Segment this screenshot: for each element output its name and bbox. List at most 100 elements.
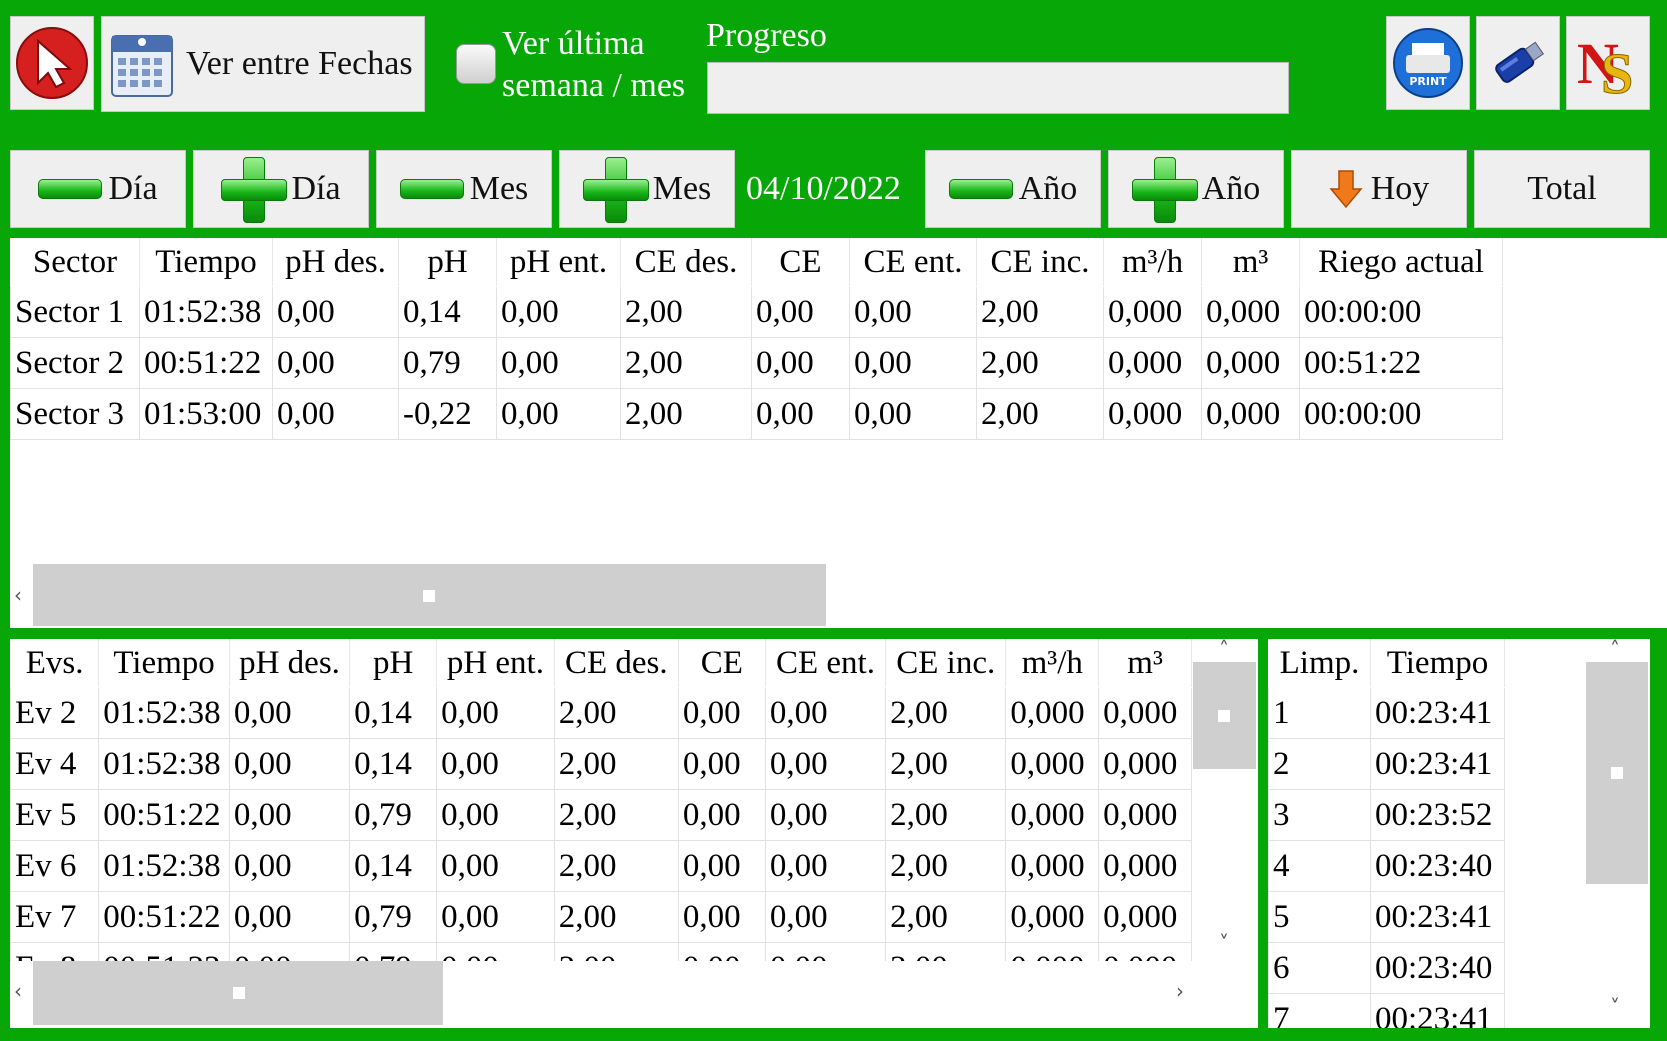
col-header[interactable]: Riego actual (1299, 238, 1503, 287)
col-header[interactable]: Sector (10, 238, 140, 287)
table-cell: 0,00 (436, 840, 555, 892)
today-label: Hoy (1370, 170, 1430, 207)
table-cell: 2,00 (553, 840, 679, 892)
vertical-scrollbar[interactable] (1586, 662, 1648, 884)
col-header[interactable]: pH ent. (436, 639, 555, 688)
table-row[interactable]: 4 00:23:40 (1268, 840, 1505, 892)
table-cell: 2,00 (885, 891, 1007, 943)
table-cell: 0,00 (228, 840, 351, 892)
year-plus-button[interactable]: Año (1108, 150, 1284, 228)
col-header[interactable]: CE des. (553, 639, 679, 688)
date-range-label: Ver entre Fechas (186, 45, 413, 82)
week-month-checkbox[interactable] (456, 44, 496, 84)
today-button[interactable]: Hoy (1291, 150, 1467, 228)
usb-drive-icon (1486, 31, 1550, 95)
col-header[interactable]: m³/h (1103, 238, 1202, 287)
table-cell: 0,00 (764, 891, 887, 943)
date-range-button[interactable]: Ver entre Fechas (101, 16, 425, 112)
col-header[interactable]: CE (677, 639, 766, 688)
scroll-down-icon[interactable]: ˅ (1610, 995, 1620, 1019)
col-header[interactable]: Tiempo (139, 238, 273, 287)
down-arrow-icon (1329, 169, 1363, 209)
col-header[interactable]: m³/h (1005, 639, 1100, 688)
col-header[interactable]: m³ (1098, 639, 1192, 688)
month-minus-button[interactable]: Mes (376, 150, 552, 228)
table-cell: 0,00 (751, 286, 850, 338)
back-button[interactable] (10, 16, 94, 110)
col-header[interactable]: Limp. (1268, 639, 1371, 688)
total-label: Total (1527, 170, 1597, 207)
col-header[interactable]: m³ (1201, 238, 1300, 287)
print-button[interactable]: PRINT (1386, 16, 1470, 110)
table-cell: 7 (1268, 993, 1371, 1028)
table-cell: 0,00 (751, 388, 850, 440)
table-cell: 0,000 (1201, 388, 1300, 440)
table-row[interactable]: 1 00:23:41 (1268, 687, 1505, 739)
table-row[interactable]: Ev 6 01:52:38 0,00 0,14 0,00 2,00 0,00 0… (10, 840, 1192, 892)
col-header[interactable]: pH (349, 639, 438, 688)
col-header[interactable]: pH des. (272, 238, 399, 287)
col-header[interactable]: CE des. (620, 238, 752, 287)
table-cell: 0,00 (228, 789, 351, 841)
table-row[interactable]: 3 00:23:52 (1268, 789, 1505, 841)
day-minus-button[interactable]: Día (10, 150, 186, 228)
table-cell: 6 (1268, 942, 1371, 994)
table-cell: 0,000 (1005, 891, 1100, 943)
scroll-right-icon[interactable]: › (1176, 979, 1184, 1003)
col-header[interactable]: Evs. (10, 639, 100, 688)
col-header[interactable]: CE ent. (764, 639, 887, 688)
col-header[interactable]: Tiempo (1370, 639, 1505, 688)
table-cell: 0,79 (398, 337, 497, 389)
col-header[interactable]: CE inc. (976, 238, 1104, 287)
table-cell: 0,000 (1103, 388, 1202, 440)
table-row[interactable]: 7 00:23:41 (1268, 993, 1505, 1028)
table-row[interactable]: Ev 5 00:51:22 0,00 0,79 0,00 2,00 0,00 0… (10, 789, 1192, 841)
minus-icon (948, 179, 1013, 199)
year-minus-button[interactable]: Año (925, 150, 1101, 228)
table-row[interactable]: Sector 2 00:51:22 0,00 0,79 0,00 2,00 0,… (10, 337, 1503, 389)
table-row[interactable]: Ev 7 00:51:22 0,00 0,79 0,00 2,00 0,00 0… (10, 891, 1192, 943)
minus-icon (38, 179, 103, 199)
cleaning-table: Limp. Tiempo 1 00:23:41 2 00:23:41 3 00:23:… (1268, 639, 1505, 1028)
table-row[interactable]: Sector 1 01:52:38 0,00 0,14 0,00 2,00 0,… (10, 286, 1503, 338)
scroll-up-icon[interactable]: ˄ (1610, 639, 1620, 661)
col-header[interactable]: pH ent. (496, 238, 621, 287)
usb-export-button[interactable] (1476, 16, 1560, 110)
table-row[interactable]: Sector 3 01:53:00 0,00 -0,22 0,00 2,00 0… (10, 388, 1503, 440)
table-cell: 0,000 (1098, 789, 1192, 841)
scroll-left-icon[interactable]: ‹ (14, 583, 22, 607)
valves-viewport: Evs. Tiempo pH des. pH pH ent. CE des. C… (10, 639, 1192, 961)
table-row[interactable]: Ev 2 01:52:38 0,00 0,14 0,00 2,00 0,00 0… (10, 687, 1192, 739)
vertical-scrollbar[interactable] (1193, 662, 1256, 769)
day-plus-button[interactable]: Día (193, 150, 369, 228)
table-row[interactable]: 2 00:23:41 (1268, 738, 1505, 790)
scroll-down-icon[interactable]: ˅ (1219, 931, 1229, 955)
horizontal-scrollbar[interactable] (33, 961, 443, 1025)
table-row[interactable]: Ev 4 01:52:38 0,00 0,14 0,00 2,00 0,00 0… (10, 738, 1192, 790)
col-header[interactable]: pH (398, 238, 497, 287)
table-cell: 2 (1268, 738, 1371, 790)
scroll-left-icon[interactable]: ‹ (14, 979, 22, 1003)
logo-button[interactable]: N S (1566, 16, 1650, 110)
table-row[interactable]: 6 00:23:40 (1268, 942, 1505, 994)
table-cell: 0,00 (764, 942, 887, 961)
table-row[interactable]: 5 00:23:41 (1268, 891, 1505, 943)
day-plus-label: Día (291, 170, 341, 207)
col-header[interactable]: pH des. (228, 639, 351, 688)
sectors-table: Sector Tiempo pH des. pH pH ent. CE des.… (10, 238, 1503, 440)
total-button[interactable]: Total (1474, 150, 1650, 228)
scroll-up-icon[interactable]: ˄ (1219, 639, 1229, 661)
month-plus-button[interactable]: Mes (559, 150, 735, 228)
table-cell: 2,00 (620, 388, 752, 440)
table-header-row: Sector Tiempo pH des. pH pH ent. CE des.… (10, 238, 1503, 287)
table-cell: 1 (1268, 687, 1371, 739)
table-row[interactable]: Ev 8 00:51:22 0,00 0,79 0,00 2,00 0,00 0… (10, 942, 1192, 961)
table-header-row: Limp. Tiempo (1268, 639, 1505, 688)
table-cell: -0,22 (398, 388, 497, 440)
col-header[interactable]: CE (751, 238, 850, 287)
col-header[interactable]: Tiempo (98, 639, 230, 688)
col-header[interactable]: CE inc. (885, 639, 1007, 688)
table-cell: 00:23:40 (1370, 942, 1505, 994)
col-header[interactable]: CE ent. (849, 238, 977, 287)
horizontal-scrollbar[interactable] (33, 564, 826, 626)
